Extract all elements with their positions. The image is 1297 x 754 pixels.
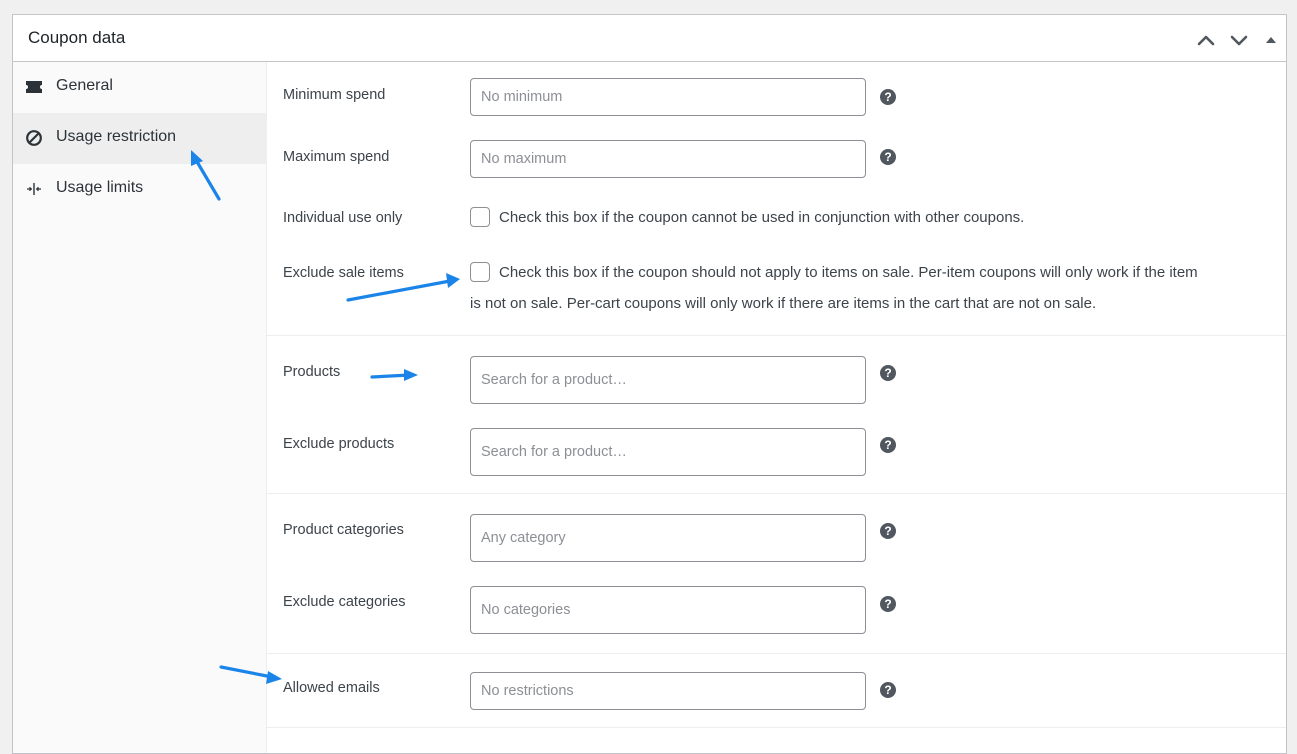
allowed-emails-label: Allowed emails bbox=[283, 680, 380, 696]
exclude-sale-checkbox[interactable] bbox=[470, 262, 490, 282]
block-icon bbox=[25, 129, 43, 147]
exclude-sale-label: Exclude sale items bbox=[283, 265, 404, 281]
product-categories-label: Product categories bbox=[283, 522, 404, 538]
tab-usage-restriction-label: Usage restriction bbox=[56, 128, 177, 145]
panel-title: Coupon data bbox=[28, 28, 126, 47]
panel-header: Coupon data bbox=[13, 15, 1286, 62]
tab-usage-restriction[interactable]: Usage restriction bbox=[13, 113, 266, 164]
svg-text:?: ? bbox=[884, 524, 891, 538]
help-icon[interactable]: ? bbox=[879, 148, 897, 166]
help-icon[interactable]: ? bbox=[879, 522, 897, 540]
svg-text:?: ? bbox=[884, 597, 891, 611]
exclude-sale-description-line1: Check this box if the coupon should not … bbox=[499, 264, 1198, 281]
coupon-tabs-sidebar: General Usage restriction Usage limits bbox=[13, 62, 267, 753]
tab-general[interactable]: General bbox=[13, 62, 266, 113]
svg-text:?: ? bbox=[884, 438, 891, 452]
chevron-down-icon[interactable] bbox=[1228, 29, 1250, 51]
coupon-data-panel: Coupon data General Usage restriction Us… bbox=[12, 14, 1287, 754]
spend-section: Minimum spend ? Maximum spend ? Individu… bbox=[267, 62, 1286, 336]
tab-usage-limits-label: Usage limits bbox=[56, 179, 144, 196]
svg-text:?: ? bbox=[884, 683, 891, 697]
triangle-up-icon[interactable] bbox=[1260, 29, 1282, 51]
exclude-products-label: Exclude products bbox=[283, 436, 395, 452]
help-icon[interactable]: ? bbox=[879, 436, 897, 454]
maximum-spend-input[interactable] bbox=[470, 140, 866, 178]
exclude-sale-description-line2: is not on sale. Per-cart coupons will on… bbox=[470, 295, 1097, 312]
svg-text:?: ? bbox=[884, 366, 891, 380]
svg-text:?: ? bbox=[884, 150, 891, 164]
maximum-spend-label: Maximum spend bbox=[283, 149, 390, 165]
minimum-spend-label: Minimum spend bbox=[283, 87, 386, 103]
usage-restriction-content: Minimum spend ? Maximum spend ? Individu… bbox=[267, 62, 1286, 753]
individual-use-label: Individual use only bbox=[283, 210, 403, 226]
ticket-icon bbox=[25, 78, 43, 96]
exclude-categories-label: Exclude categories bbox=[283, 594, 406, 610]
products-search-input[interactable] bbox=[470, 356, 866, 404]
exclude-products-search-input[interactable] bbox=[470, 428, 866, 476]
emails-section: Allowed emails ? bbox=[267, 654, 1286, 728]
tab-usage-limits[interactable]: Usage limits bbox=[13, 164, 266, 215]
chevron-up-icon[interactable] bbox=[1195, 29, 1217, 51]
categories-section: Product categories ? Exclude categories … bbox=[267, 494, 1286, 654]
help-icon[interactable]: ? bbox=[879, 88, 897, 106]
product-categories-input[interactable] bbox=[470, 514, 866, 562]
help-icon[interactable]: ? bbox=[879, 364, 897, 382]
minimum-spend-input[interactable] bbox=[470, 78, 866, 116]
individual-use-description: Check this box if the coupon cannot be u… bbox=[499, 209, 1025, 226]
products-label: Products bbox=[283, 364, 341, 380]
arrows-inward-icon bbox=[25, 180, 43, 198]
help-icon[interactable]: ? bbox=[879, 681, 897, 699]
products-section: Products ? Exclude products ? bbox=[267, 336, 1286, 494]
svg-text:?: ? bbox=[884, 90, 891, 104]
individual-use-checkbox[interactable] bbox=[470, 207, 490, 227]
exclude-categories-input[interactable] bbox=[470, 586, 866, 634]
allowed-emails-input[interactable] bbox=[470, 672, 866, 710]
help-icon[interactable]: ? bbox=[879, 595, 897, 613]
tab-general-label: General bbox=[56, 77, 113, 94]
